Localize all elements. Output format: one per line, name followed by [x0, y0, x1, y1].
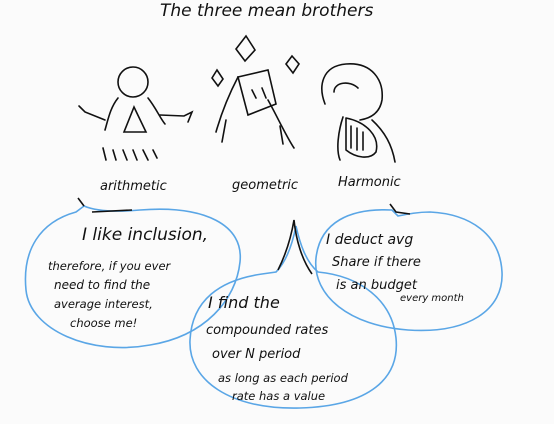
arithmetic-line-3: need to find the	[54, 278, 150, 292]
geometric-figure	[211, 34, 301, 149]
arithmetic-line-1: I like inclusion,	[82, 225, 208, 245]
page-title: The three mean brothers	[160, 1, 373, 21]
arithmetic-line-5: choose me!	[70, 316, 137, 330]
drawing-canvas: The three mean brothers arithmetic geome…	[0, 0, 554, 424]
harmonic-bubble-pointer	[389, 203, 411, 215]
arithmetic-label: arithmetic	[100, 179, 167, 194]
harmonic-label: Harmonic	[338, 175, 401, 190]
arithmetic-line-2: therefore, if you ever	[48, 259, 172, 273]
harmonic-line-1: I deduct avg	[326, 232, 413, 248]
harmonic-line-4: every month	[400, 293, 464, 304]
geometric-line-4: as long as each period	[218, 371, 349, 385]
harmonic-line-3: is an budget	[336, 278, 418, 293]
geometric-line-1: I find the	[208, 293, 280, 312]
harmonic-speech-bubble	[315, 209, 503, 332]
geometric-label: geometric	[232, 178, 298, 193]
geometric-line-2: compounded rates	[206, 323, 328, 338]
harmonic-line-2: Share if there	[332, 255, 421, 270]
arithmetic-figure	[78, 66, 194, 161]
geometric-bubble-pointer	[277, 219, 313, 275]
harmonic-figure	[321, 63, 396, 163]
sketch-svg: The three mean brothers arithmetic geome…	[24, 1, 503, 409]
geometric-line-3: over N period	[212, 347, 301, 362]
geometric-line-5: rate has a value	[232, 389, 325, 403]
arithmetic-line-4: average interest,	[54, 297, 153, 311]
